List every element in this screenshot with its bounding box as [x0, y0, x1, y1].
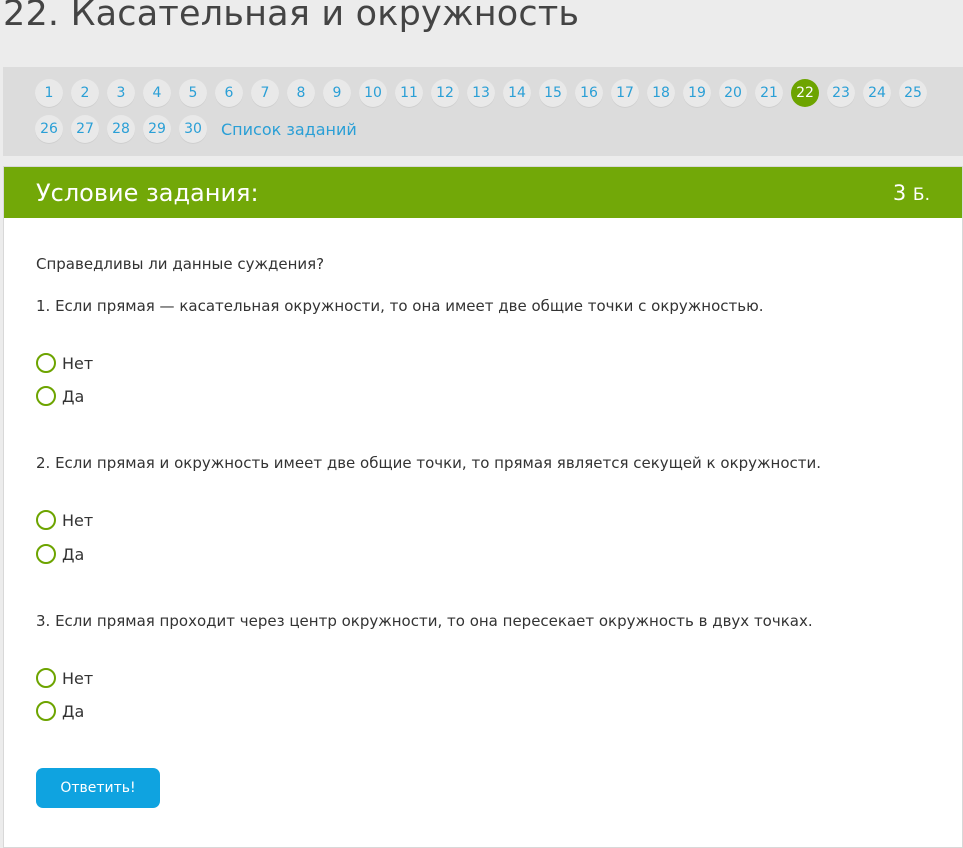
page-link-15[interactable]: 15	[539, 79, 567, 107]
page-link-17[interactable]: 17	[611, 79, 639, 107]
page-link-29[interactable]: 29	[143, 115, 171, 143]
radio-icon[interactable]	[36, 701, 56, 721]
page-link-14[interactable]: 14	[503, 79, 531, 107]
page-link-6[interactable]: 6	[215, 79, 243, 107]
page-link-11[interactable]: 11	[395, 79, 423, 107]
question-1-option-yes[interactable]: Да	[36, 386, 84, 406]
page-link-10[interactable]: 10	[359, 79, 387, 107]
question-3-option-yes[interactable]: Да	[36, 701, 84, 721]
page-link-9[interactable]: 9	[323, 79, 351, 107]
radio-icon[interactable]	[36, 668, 56, 688]
page-link-3[interactable]: 3	[107, 79, 135, 107]
option-label: Да	[62, 386, 85, 406]
option-label: Да	[62, 544, 85, 564]
page-link-27[interactable]: 27	[71, 115, 99, 143]
task-pager: 1 2 3 4 5 6 7 8 9 10 11 12 13 14 15 16 1…	[3, 67, 963, 156]
submit-answer-button[interactable]: Ответить!	[36, 768, 160, 808]
page-link-1[interactable]: 1	[35, 79, 63, 107]
page-link-26[interactable]: 26	[35, 115, 63, 143]
question-2-option-no[interactable]: Нет	[36, 510, 93, 530]
option-label: Нет	[62, 668, 94, 688]
page-link-24[interactable]: 24	[863, 79, 891, 107]
page-link-4[interactable]: 4	[143, 79, 171, 107]
page-link-8[interactable]: 8	[287, 79, 315, 107]
page-link-2[interactable]: 2	[71, 79, 99, 107]
page-link-5[interactable]: 5	[179, 79, 207, 107]
page-link-30[interactable]: 30	[179, 115, 207, 143]
task-score: 3 Б.	[893, 181, 930, 205]
page-link-18[interactable]: 18	[647, 79, 675, 107]
option-label: Нет	[62, 353, 94, 373]
radio-icon[interactable]	[36, 544, 56, 564]
task-header-title: Условие задания:	[36, 178, 259, 207]
page-link-28[interactable]: 28	[107, 115, 135, 143]
task-card: Условие задания: 3 Б. Справедливы ли дан…	[3, 166, 963, 848]
page-link-19[interactable]: 19	[683, 79, 711, 107]
page-link-16[interactable]: 16	[575, 79, 603, 107]
task-list-link[interactable]: Список заданий	[221, 120, 357, 139]
page-link-13[interactable]: 13	[467, 79, 495, 107]
question-1-text: 1. Если прямая — касательная окружности,…	[36, 297, 764, 315]
radio-icon[interactable]	[36, 353, 56, 373]
option-label: Нет	[62, 510, 94, 530]
page-link-25[interactable]: 25	[899, 79, 927, 107]
page-link-21[interactable]: 21	[755, 79, 783, 107]
option-label: Да	[62, 701, 85, 721]
page-link-7[interactable]: 7	[251, 79, 279, 107]
page-link-20[interactable]: 20	[719, 79, 747, 107]
question-1-option-no[interactable]: Нет	[36, 353, 93, 373]
page-link-23[interactable]: 23	[827, 79, 855, 107]
task-intro: Справедливы ли данные суждения?	[36, 255, 325, 273]
question-3-text: 3. Если прямая проходит через центр окру…	[36, 612, 813, 630]
question-3-option-no[interactable]: Нет	[36, 668, 93, 688]
task-score-value: 3	[892, 180, 907, 205]
task-score-unit: Б.	[912, 184, 930, 205]
task-header: Условие задания: 3 Б.	[4, 167, 962, 218]
question-2-text: 2. Если прямая и окружность имеет две об…	[36, 454, 822, 472]
pager-row-2: 26 27 28 29 30 Список заданий	[35, 115, 357, 143]
radio-icon[interactable]	[36, 510, 56, 530]
page-link-12[interactable]: 12	[431, 79, 459, 107]
pager-row-1: 1 2 3 4 5 6 7 8 9 10 11 12 13 14 15 16 1…	[35, 79, 935, 107]
page-title: 22. Касательная и окружность	[3, 0, 580, 34]
radio-icon[interactable]	[36, 386, 56, 406]
question-2-option-yes[interactable]: Да	[36, 544, 84, 564]
page-link-22-current[interactable]: 22	[791, 79, 819, 107]
